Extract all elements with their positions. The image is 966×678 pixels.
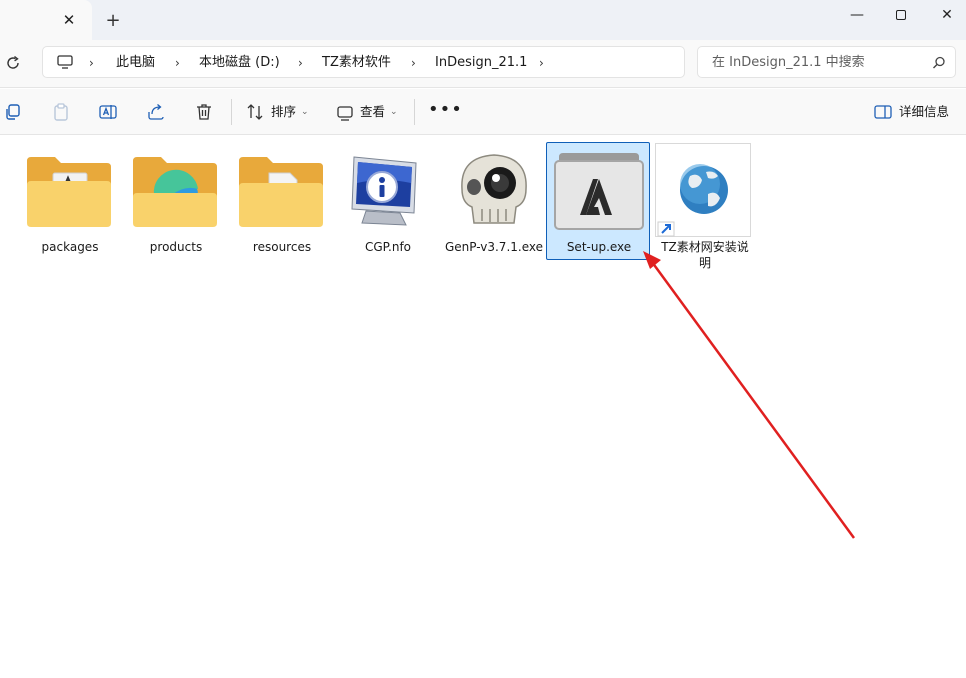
command-bar: 排序 ⌄ 查看 ⌄ ••• 详细信息 <box>0 89 966 135</box>
chevron-right-icon[interactable]: › <box>298 55 303 71</box>
file-item-tz-shortcut[interactable]: TZ素材网安装说明 <box>652 142 756 270</box>
maximize-button[interactable] <box>886 4 916 26</box>
file-name: products <box>149 240 203 254</box>
details-button[interactable]: 详细信息 <box>899 103 949 121</box>
search-box[interactable]: 在 InDesign_21.1 中搜索 <box>697 46 956 78</box>
file-name: Set-up.exe <box>566 240 632 254</box>
file-item-genp-exe[interactable]: GenP-v3.7.1.exe <box>441 142 545 260</box>
search-icon <box>933 56 945 69</box>
share-icon[interactable] <box>146 102 166 122</box>
file-name: TZ素材网安装说明 <box>661 240 749 270</box>
chevron-right-icon[interactable]: › <box>89 55 94 71</box>
sort-icon[interactable] <box>245 102 265 122</box>
toolbar-divider <box>414 99 415 125</box>
file-item-packages[interactable]: packages <box>17 142 121 260</box>
folder-icon <box>133 157 217 227</box>
search-placeholder: 在 InDesign_21.1 中搜索 <box>712 55 865 70</box>
adobe-installer-icon <box>554 153 644 230</box>
address-row: › 此电脑 › 本地磁盘 (D:) › TZ素材软件 › InDesign_21… <box>0 40 966 88</box>
view-icon[interactable] <box>335 102 355 122</box>
title-bar: ✕ + — ✕ <box>0 0 966 40</box>
globe-icon <box>657 164 728 237</box>
shortcut-thumbnail <box>655 143 751 237</box>
chevron-right-icon[interactable]: › <box>539 55 544 71</box>
breadcrumb-item-tz-software[interactable]: TZ素材软件 <box>322 54 391 72</box>
rename-icon[interactable] <box>98 102 118 122</box>
folder-icon <box>239 157 323 227</box>
chevron-right-icon[interactable]: › <box>175 55 180 71</box>
file-item-resources[interactable]: resources <box>229 142 333 260</box>
chevron-right-icon[interactable]: › <box>411 55 416 71</box>
skull-icon <box>461 154 527 224</box>
maximize-icon <box>896 10 906 20</box>
toolbar-divider <box>231 99 232 125</box>
file-item-setup-exe[interactable]: Set-up.exe <box>546 142 650 260</box>
copy-icon[interactable] <box>4 102 24 122</box>
paste-icon[interactable] <box>51 102 71 122</box>
more-options-icon[interactable]: ••• <box>428 100 463 120</box>
file-list: packages products resources CGP.nfo GenP… <box>0 136 966 678</box>
refresh-icon[interactable] <box>4 54 22 72</box>
info-monitor-icon <box>351 156 417 226</box>
view-button[interactable]: 查看 <box>360 103 385 121</box>
file-item-products[interactable]: products <box>123 142 227 260</box>
file-name: GenP-v3.7.1.exe <box>444 240 543 254</box>
minimize-button[interactable]: — <box>842 4 872 26</box>
breadcrumb-item-this-pc[interactable]: 此电脑 <box>116 54 155 72</box>
file-name: packages <box>41 240 99 254</box>
breadcrumb-item-indesign[interactable]: InDesign_21.1 <box>435 54 527 72</box>
breadcrumb-item-local-disk[interactable]: 本地磁盘 (D:) <box>199 54 280 72</box>
file-item-cgp-nfo[interactable]: CGP.nfo <box>335 142 439 260</box>
sort-button[interactable]: 排序 <box>271 103 296 121</box>
new-tab-icon[interactable]: + <box>104 12 122 30</box>
chevron-down-icon[interactable]: ⌄ <box>390 104 398 120</box>
folder-icon <box>27 157 111 227</box>
address-bar[interactable]: › 此电脑 › 本地磁盘 (D:) › TZ素材软件 › InDesign_21… <box>42 46 685 78</box>
details-pane-icon[interactable] <box>873 102 893 122</box>
chevron-down-icon[interactable]: ⌄ <box>301 104 309 120</box>
tab-close-icon[interactable]: ✕ <box>61 12 77 28</box>
file-name: CGP.nfo <box>364 240 412 254</box>
file-name: resources <box>252 240 312 254</box>
active-tab[interactable]: ✕ <box>0 0 92 40</box>
window-close-button[interactable]: ✕ <box>932 4 962 26</box>
computer-icon[interactable] <box>57 55 73 69</box>
delete-icon[interactable] <box>194 102 214 122</box>
